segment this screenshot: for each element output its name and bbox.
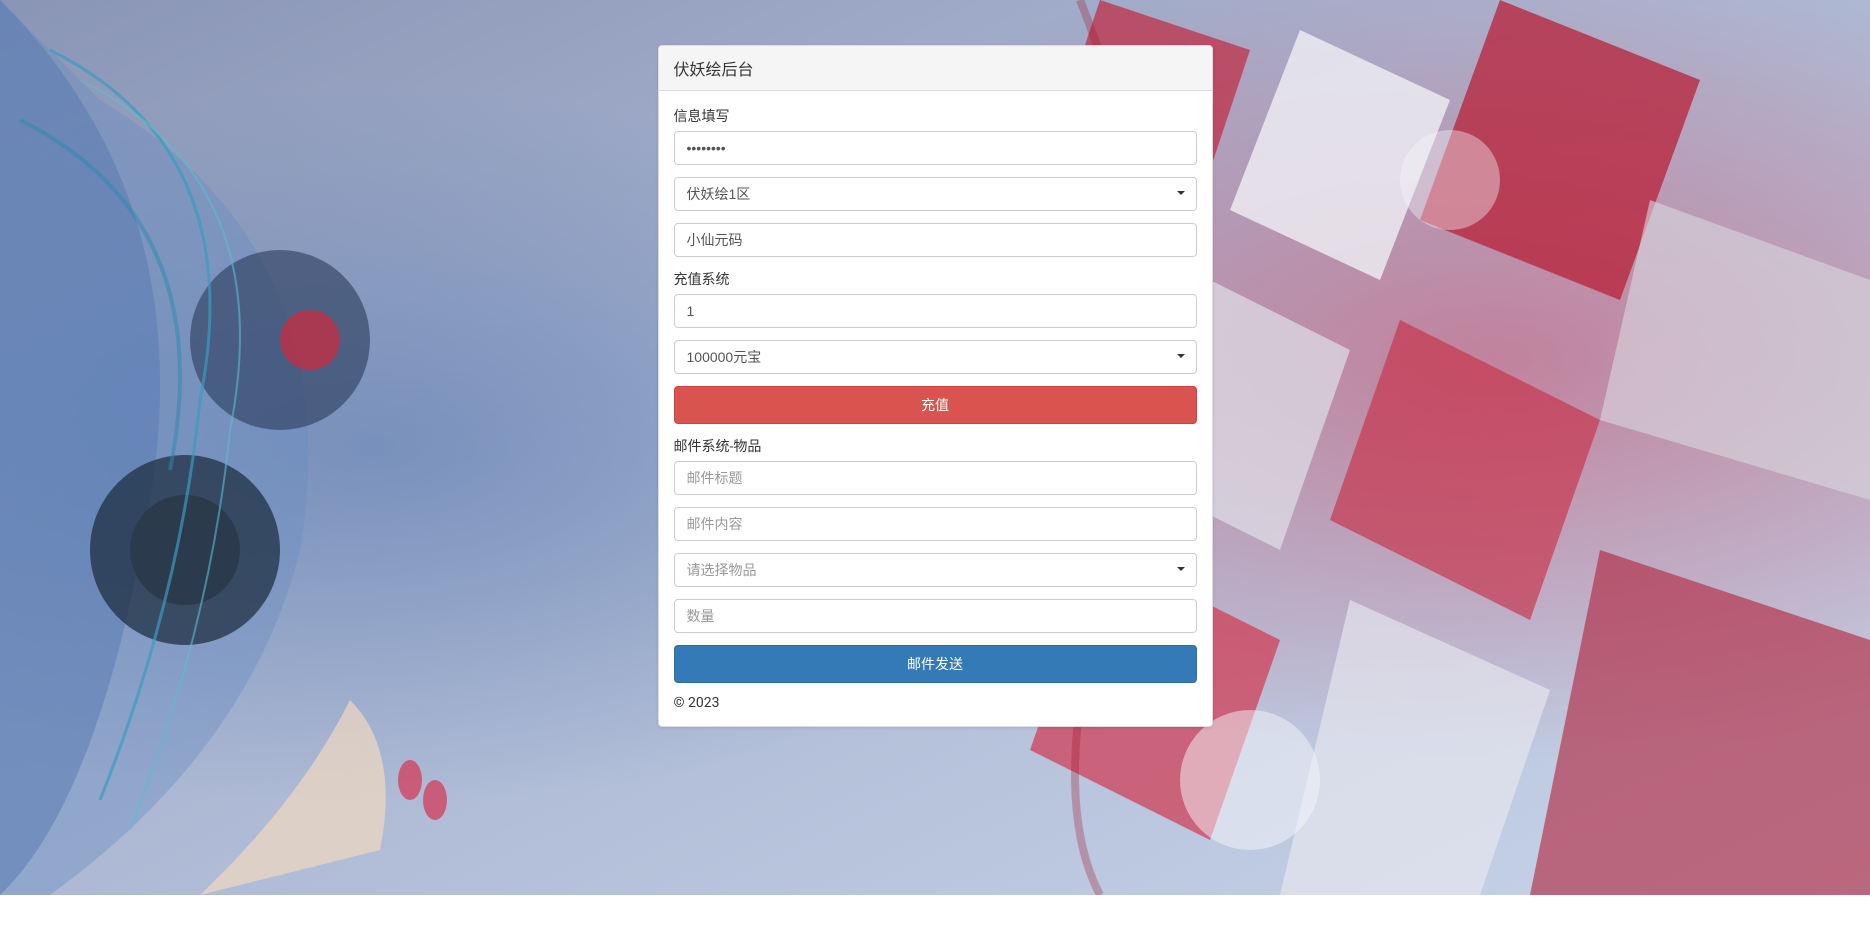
panel-header: 伏妖绘后台 [659, 46, 1212, 91]
admin-panel: 伏妖绘后台 信息填写 伏妖绘1区 充值系统 100000元宝 充值 邮件系统-物… [658, 45, 1213, 727]
recharge-button[interactable]: 充值 [674, 386, 1197, 424]
server-select[interactable]: 伏妖绘1区 [674, 177, 1197, 211]
footer-copyright: © 2023 [674, 695, 1197, 711]
recharge-section-label: 充值系统 [674, 269, 1197, 289]
currency-select[interactable]: 100000元宝 [674, 340, 1197, 374]
recharge-amount-input[interactable] [674, 294, 1197, 328]
mail-section-label: 邮件系统-物品 [674, 436, 1197, 456]
item-select[interactable]: 请选择物品 [674, 553, 1197, 587]
password-input[interactable] [674, 131, 1197, 165]
page-title: 伏妖绘后台 [674, 56, 1197, 80]
character-name-input[interactable] [674, 223, 1197, 257]
info-section-label: 信息填写 [674, 106, 1197, 126]
quantity-input[interactable] [674, 599, 1197, 633]
mail-send-button[interactable]: 邮件发送 [674, 645, 1197, 683]
panel-body: 信息填写 伏妖绘1区 充值系统 100000元宝 充值 邮件系统-物品 请选择物… [659, 91, 1212, 726]
mail-content-input[interactable] [674, 507, 1197, 541]
mail-title-input[interactable] [674, 461, 1197, 495]
